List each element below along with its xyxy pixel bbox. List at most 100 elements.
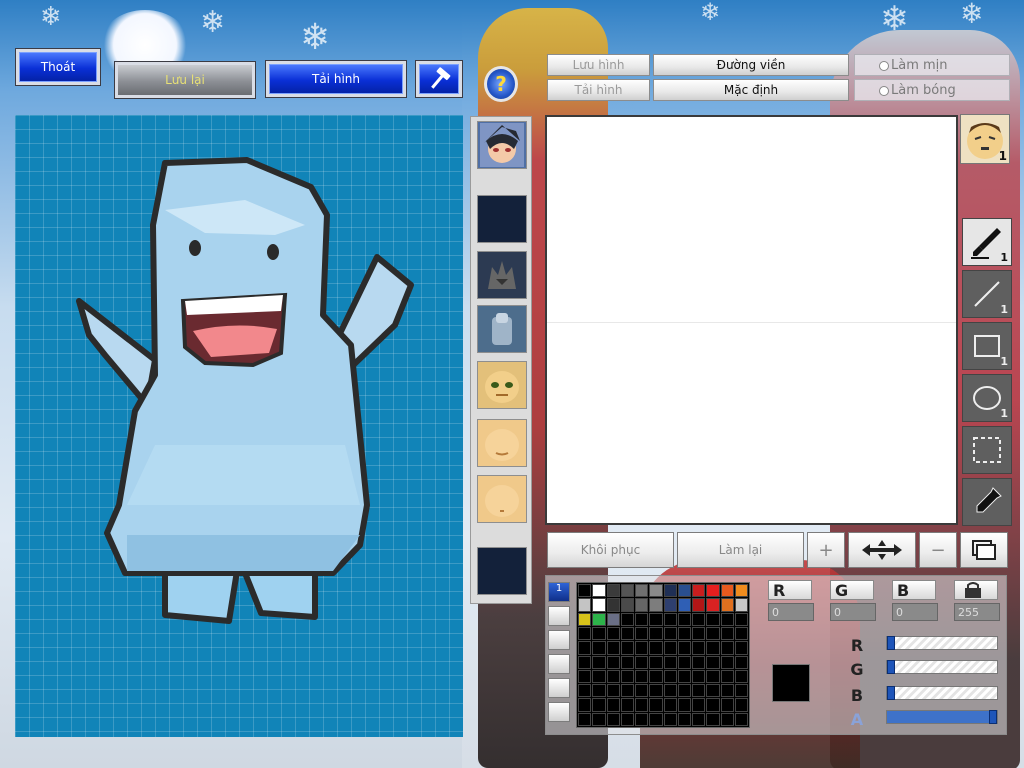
- color-swatch[interactable]: [649, 655, 663, 669]
- color-swatch[interactable]: [663, 698, 677, 712]
- select-tool[interactable]: [962, 426, 1012, 474]
- color-swatch[interactable]: [706, 626, 720, 641]
- color-swatch[interactable]: [635, 684, 649, 698]
- blue-slider[interactable]: [886, 686, 998, 700]
- color-swatch[interactable]: [706, 598, 720, 612]
- color-swatch[interactable]: [706, 584, 720, 598]
- color-swatch[interactable]: [635, 669, 649, 684]
- brush-tool[interactable]: 1: [962, 218, 1012, 266]
- color-swatch[interactable]: [620, 684, 634, 698]
- color-swatch[interactable]: [720, 684, 734, 698]
- color-swatch[interactable]: [635, 641, 649, 655]
- color-swatch[interactable]: [663, 584, 677, 598]
- color-swatch[interactable]: [635, 712, 649, 726]
- color-swatch[interactable]: [635, 698, 649, 712]
- color-swatch[interactable]: [663, 655, 677, 669]
- color-swatch[interactable]: [706, 712, 720, 726]
- palette-tab-4[interactable]: [548, 654, 570, 674]
- color-swatch[interactable]: [720, 655, 734, 669]
- color-swatch[interactable]: [578, 669, 592, 684]
- color-swatch[interactable]: [578, 712, 592, 726]
- color-swatch[interactable]: [578, 655, 592, 669]
- shade-option[interactable]: Làm bóng: [854, 79, 1010, 101]
- color-swatch[interactable]: [692, 612, 706, 626]
- move-button[interactable]: [848, 532, 916, 568]
- color-swatch[interactable]: [734, 712, 748, 726]
- color-swatch[interactable]: [663, 684, 677, 698]
- color-swatch[interactable]: [578, 684, 592, 698]
- alpha-slider[interactable]: [886, 710, 998, 724]
- color-swatch[interactable]: [635, 584, 649, 598]
- color-swatch[interactable]: [620, 598, 634, 612]
- red-value-input[interactable]: 0: [768, 603, 814, 621]
- palette-tab-6[interactable]: [548, 702, 570, 722]
- color-swatch[interactable]: [649, 598, 663, 612]
- color-swatch[interactable]: [592, 584, 606, 598]
- blue-slider-thumb[interactable]: [887, 686, 895, 700]
- color-swatch[interactable]: [663, 641, 677, 655]
- color-swatch[interactable]: [677, 712, 691, 726]
- color-swatch[interactable]: [606, 712, 620, 726]
- color-swatch[interactable]: [692, 584, 706, 598]
- color-swatch[interactable]: [578, 612, 592, 626]
- color-swatch[interactable]: [720, 612, 734, 626]
- color-swatch[interactable]: [677, 641, 691, 655]
- color-swatch[interactable]: [706, 698, 720, 712]
- color-swatch[interactable]: [734, 684, 748, 698]
- color-swatch[interactable]: [606, 669, 620, 684]
- save-button[interactable]: Lưu lại: [114, 61, 256, 99]
- color-swatch[interactable]: [635, 612, 649, 626]
- color-swatch[interactable]: [663, 598, 677, 612]
- ellipse-tool[interactable]: 1: [962, 374, 1012, 422]
- alpha-value-input[interactable]: 255: [954, 603, 1000, 621]
- color-swatch[interactable]: [720, 669, 734, 684]
- color-swatch[interactable]: [620, 626, 634, 641]
- redo-button[interactable]: Làm lại: [677, 532, 804, 568]
- avatar[interactable]: 1: [960, 114, 1010, 164]
- palette-tab-3[interactable]: [548, 630, 570, 650]
- part-slot-skin[interactable]: [477, 475, 527, 523]
- color-swatch[interactable]: [692, 655, 706, 669]
- color-swatch[interactable]: [706, 669, 720, 684]
- color-swatch[interactable]: [663, 712, 677, 726]
- color-swatch[interactable]: [592, 712, 606, 726]
- color-swatch[interactable]: [692, 669, 706, 684]
- color-swatch[interactable]: [578, 698, 592, 712]
- color-swatch[interactable]: [720, 598, 734, 612]
- outline-button[interactable]: Đường viền: [653, 54, 849, 76]
- alpha-slider-thumb[interactable]: [989, 710, 997, 724]
- color-swatch[interactable]: [706, 655, 720, 669]
- color-swatch[interactable]: [692, 698, 706, 712]
- color-swatch[interactable]: [578, 641, 592, 655]
- color-swatch[interactable]: [649, 684, 663, 698]
- color-swatch[interactable]: [734, 626, 748, 641]
- color-swatch[interactable]: [677, 598, 691, 612]
- color-swatch[interactable]: [734, 598, 748, 612]
- color-swatch[interactable]: [720, 641, 734, 655]
- color-swatch[interactable]: [606, 698, 620, 712]
- color-swatch[interactable]: [620, 612, 634, 626]
- color-swatch[interactable]: [734, 669, 748, 684]
- smooth-radio[interactable]: [879, 61, 889, 71]
- load-image-tab[interactable]: Tải hình: [547, 79, 650, 101]
- color-swatch[interactable]: [663, 669, 677, 684]
- color-swatch[interactable]: [734, 584, 748, 598]
- part-slot-beast[interactable]: [477, 251, 527, 299]
- color-swatch[interactable]: [649, 626, 663, 641]
- drawing-canvas[interactable]: [15, 115, 463, 737]
- color-swatch[interactable]: [663, 612, 677, 626]
- smooth-option[interactable]: Làm mịn: [854, 54, 1010, 76]
- color-swatch[interactable]: [592, 684, 606, 698]
- undo-button[interactable]: Khôi phục: [547, 532, 674, 568]
- color-swatch[interactable]: [706, 684, 720, 698]
- color-swatch[interactable]: [677, 684, 691, 698]
- green-slider[interactable]: [886, 660, 998, 674]
- help-button[interactable]: ?: [484, 66, 518, 102]
- color-swatch[interactable]: [606, 584, 620, 598]
- color-swatch[interactable]: [606, 655, 620, 669]
- color-swatch[interactable]: [649, 584, 663, 598]
- color-swatch[interactable]: [720, 712, 734, 726]
- color-swatch[interactable]: [592, 655, 606, 669]
- color-swatch[interactable]: [734, 641, 748, 655]
- color-swatch[interactable]: [677, 655, 691, 669]
